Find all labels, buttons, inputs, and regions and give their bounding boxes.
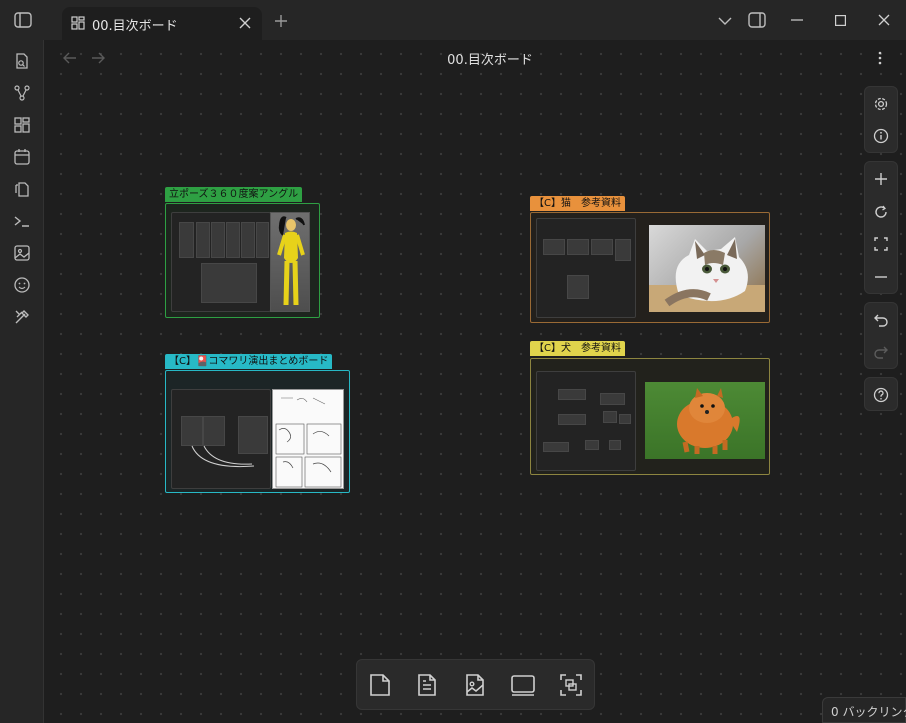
mini-card xyxy=(591,239,613,255)
canvas-controls-history xyxy=(864,302,898,369)
embedded-board xyxy=(171,212,271,312)
sketch-image xyxy=(272,389,344,489)
mini-card xyxy=(543,442,569,452)
close-icon[interactable] xyxy=(238,16,252,33)
canvas-node-dog[interactable] xyxy=(530,358,770,475)
tab-list-icon[interactable] xyxy=(716,12,734,30)
help-icon[interactable] xyxy=(865,379,897,411)
mini-card xyxy=(196,222,210,258)
mini-card xyxy=(609,440,621,450)
new-tab-icon[interactable] xyxy=(272,12,290,30)
select-icon[interactable] xyxy=(555,669,587,701)
mini-card xyxy=(241,222,255,258)
mini-card xyxy=(543,239,565,255)
templates-icon[interactable] xyxy=(12,179,32,199)
mini-card xyxy=(619,414,631,424)
tools-icon[interactable] xyxy=(12,307,32,327)
new-note-icon[interactable] xyxy=(411,669,443,701)
zoom-in-icon[interactable] xyxy=(865,163,897,195)
connector-lines xyxy=(191,445,255,468)
tab-title: 00.目次ボード xyxy=(92,19,178,34)
redo-icon[interactable] xyxy=(865,336,897,368)
backlinks-status[interactable]: 0 バックリンク xyxy=(822,697,906,723)
sidebar-toggle-icon[interactable] xyxy=(12,10,34,30)
zoom-out-icon[interactable] xyxy=(865,261,897,293)
node-label[interactable]: 【C】猫 参考資料 xyxy=(530,196,625,211)
mini-card xyxy=(179,222,194,258)
canvas-icon xyxy=(71,16,85,33)
mini-card xyxy=(226,222,240,258)
undo-icon[interactable] xyxy=(865,304,897,336)
canvas-node-cat[interactable] xyxy=(530,212,770,323)
info-icon[interactable] xyxy=(865,120,897,152)
dog-photo xyxy=(645,382,765,459)
more-options-icon[interactable] xyxy=(872,50,888,69)
view-title: 00.目次ボード xyxy=(447,53,533,68)
left-ribbon xyxy=(0,40,44,723)
embedded-board xyxy=(171,389,271,489)
node-label[interactable]: 【C】犬 参考資料 xyxy=(530,341,625,356)
mini-card xyxy=(567,239,589,255)
node-label[interactable]: 立ポーズ３６０度案アングル xyxy=(165,187,303,202)
mini-card xyxy=(615,239,631,261)
maximize-icon[interactable] xyxy=(831,12,849,28)
window-close-icon[interactable] xyxy=(875,12,893,28)
canvas-node-pose[interactable] xyxy=(165,203,320,318)
canvas-controls-zoom xyxy=(864,161,898,294)
graph-icon[interactable] xyxy=(12,83,32,103)
tab-canvas[interactable]: 00.目次ボード xyxy=(62,7,262,40)
right-sidebar-icon[interactable] xyxy=(746,10,768,30)
mini-card xyxy=(603,411,617,423)
emoji-icon[interactable] xyxy=(12,275,32,295)
node-label[interactable]: 【C】🎴コマワリ演出まとめボード xyxy=(165,354,333,369)
canvas-card-toolbar xyxy=(356,659,595,710)
image-icon[interactable] xyxy=(12,243,32,263)
fit-icon[interactable] xyxy=(865,228,897,260)
new-media-icon[interactable] xyxy=(459,669,491,701)
terminal-icon[interactable] xyxy=(12,211,32,231)
new-group-icon[interactable] xyxy=(507,669,539,701)
canvas-node-storyboard[interactable] xyxy=(165,370,350,493)
title-bar: 00.目次ボード xyxy=(0,0,906,40)
mini-card xyxy=(201,263,257,303)
canvas-icon[interactable] xyxy=(12,115,32,135)
calendar-icon[interactable] xyxy=(12,147,32,167)
figure-image xyxy=(270,212,310,312)
cat-photo xyxy=(649,225,765,312)
embedded-board xyxy=(536,218,636,318)
new-card-icon[interactable] xyxy=(364,669,396,701)
mini-card xyxy=(600,393,625,405)
embedded-board xyxy=(536,371,636,471)
mini-card xyxy=(558,414,586,425)
mini-card xyxy=(256,222,269,258)
mini-card xyxy=(211,222,225,258)
mini-card xyxy=(585,440,599,450)
mini-card xyxy=(567,275,589,299)
canvas-controls-top xyxy=(864,86,898,153)
mini-card xyxy=(558,389,586,400)
minimize-icon[interactable] xyxy=(788,12,806,28)
reset-icon[interactable] xyxy=(865,196,897,228)
settings-icon[interactable] xyxy=(865,88,897,120)
canvas-controls-help xyxy=(864,377,898,411)
